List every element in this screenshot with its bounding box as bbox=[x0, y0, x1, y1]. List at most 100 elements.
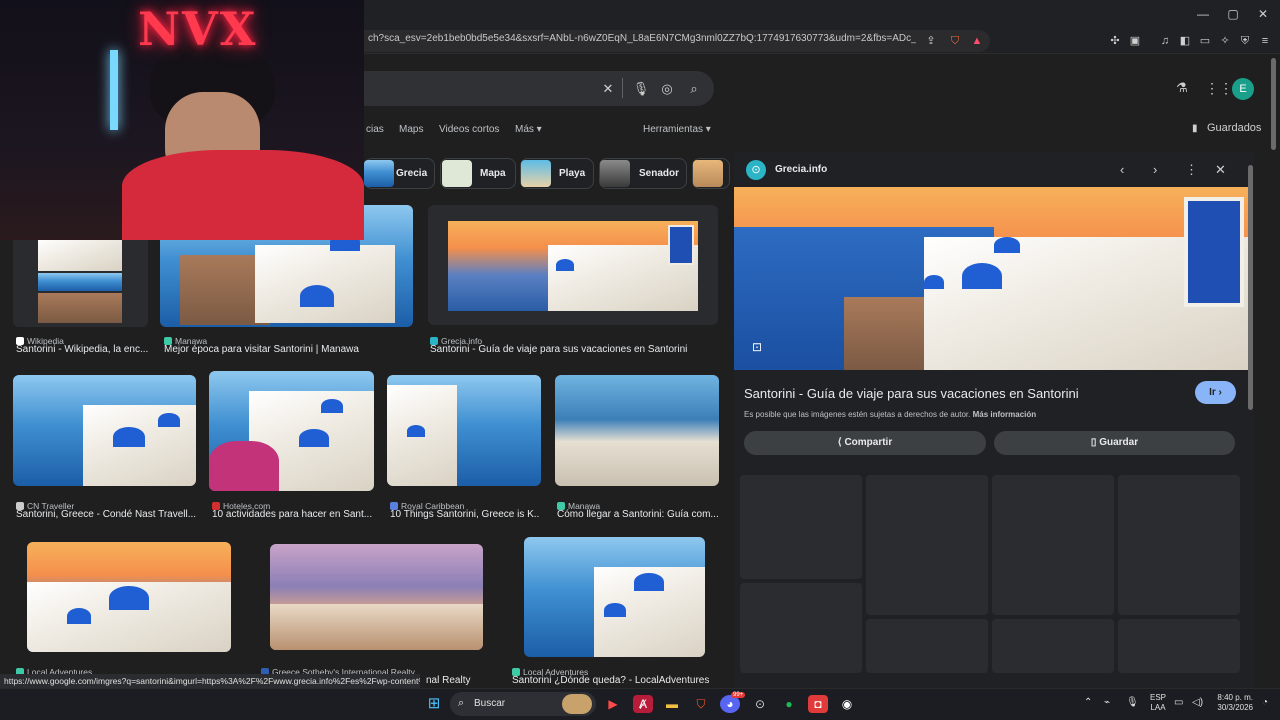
result-caption[interactable]: Cómo llegar a Santorini: Guía com... bbox=[557, 509, 719, 520]
result-image-local-adventures-2[interactable] bbox=[524, 537, 705, 657]
result-caption[interactable]: 10 Things Santorini, Greece is K... bbox=[390, 509, 540, 520]
more-info-link[interactable]: Más información bbox=[973, 410, 1037, 419]
reader-icon[interactable]: ▣ bbox=[1126, 32, 1144, 50]
result-caption[interactable]: Santorini, Greece - Condé Nast Travell..… bbox=[16, 509, 196, 520]
copyright-note: Es posible que las imágenes estén sujeta… bbox=[744, 410, 1037, 419]
obs-icon[interactable]: ◉ bbox=[837, 695, 857, 713]
result-caption[interactable]: Mejor época para visitar Santorini | Man… bbox=[164, 344, 414, 355]
network-icon[interactable]: ⌁ bbox=[1104, 697, 1110, 708]
search-icon[interactable]: ⌕ bbox=[685, 80, 703, 98]
panel-title[interactable]: Santorini - Guía de viaje para sus vacac… bbox=[744, 386, 1079, 401]
result-image-manawa-2[interactable] bbox=[555, 375, 719, 486]
brave-shield-icon[interactable]: ⛉ bbox=[946, 32, 964, 50]
notifications-icon[interactable]: ◔ bbox=[1262, 697, 1268, 708]
related-placeholder bbox=[992, 619, 1114, 673]
clock[interactable]: 8:40 p. m. 30/3/2026 bbox=[1213, 693, 1253, 713]
related-placeholder bbox=[866, 619, 988, 673]
map-icon bbox=[442, 160, 472, 187]
panel-image[interactable] bbox=[734, 187, 1248, 370]
microphone-icon[interactable]: 🎙 bbox=[632, 80, 650, 98]
share-page-icon[interactable]: ⇪ bbox=[922, 32, 940, 50]
chip-label: Senador bbox=[639, 168, 680, 179]
language-indicator[interactable]: ESP LAA bbox=[1150, 693, 1166, 713]
related-placeholder bbox=[992, 475, 1114, 615]
result-caption[interactable]: 10 actividades para hacer en Sant... bbox=[212, 509, 374, 520]
microphone-icon[interactable]: 🎙 bbox=[1126, 697, 1139, 708]
previous-icon[interactable]: ‹ bbox=[1120, 162, 1134, 177]
divider bbox=[622, 78, 623, 98]
chip-image bbox=[521, 160, 551, 187]
app-icon[interactable]: Ⱥ bbox=[633, 695, 653, 713]
menu-icon[interactable]: ≡ bbox=[1256, 32, 1274, 50]
panel-site-name[interactable]: Grecia.info bbox=[775, 164, 827, 175]
search-highlight-icon bbox=[562, 694, 592, 714]
save-button[interactable]: ▯ Guardar bbox=[994, 431, 1235, 455]
chip-image bbox=[600, 160, 630, 187]
related-placeholder bbox=[1118, 619, 1240, 673]
result-image-hoteles[interactable] bbox=[209, 371, 374, 491]
close-panel-icon[interactable]: ✕ bbox=[1215, 162, 1229, 178]
app-icon[interactable]: ⊙ bbox=[750, 695, 770, 713]
result-image-local-adventures[interactable] bbox=[27, 542, 231, 652]
panel-scrollbar[interactable] bbox=[1248, 165, 1253, 410]
minimize-button[interactable]: — bbox=[1188, 4, 1218, 24]
more-options-icon[interactable]: ⋮ bbox=[1185, 162, 1198, 178]
labs-icon[interactable]: ⚗ bbox=[1173, 80, 1191, 98]
app-icon[interactable]: ◘ bbox=[808, 695, 828, 713]
brave-rewards-icon[interactable]: ▲ bbox=[968, 32, 986, 50]
chip-label: Playa bbox=[559, 168, 586, 179]
account-avatar[interactable]: E bbox=[1232, 78, 1254, 100]
result-caption[interactable]: Santorini ¿Dónde queda? - LocalAdventure… bbox=[512, 675, 712, 686]
chip-label: Mapa bbox=[480, 168, 506, 179]
next-icon[interactable]: › bbox=[1153, 162, 1167, 177]
saved-link[interactable]: Guardados bbox=[1207, 122, 1261, 134]
page-scrollbar[interactable] bbox=[1271, 58, 1276, 150]
related-placeholder bbox=[1118, 475, 1240, 615]
volume-icon[interactable]: ◁) bbox=[1192, 697, 1203, 708]
youtube-music-icon[interactable]: ▶ bbox=[603, 695, 623, 713]
result-image-royal-caribbean[interactable] bbox=[387, 375, 541, 486]
brave-browser-icon[interactable]: ⛉ bbox=[691, 695, 711, 713]
result-image-cn-traveller[interactable] bbox=[13, 375, 196, 486]
result-caption[interactable]: nal Realty bbox=[426, 675, 506, 686]
result-image-sothebys[interactable] bbox=[270, 544, 483, 650]
chip-label: Grecia bbox=[396, 168, 428, 179]
search-icon: ⌕ bbox=[458, 697, 465, 709]
person-shirt bbox=[122, 150, 364, 240]
result-caption[interactable]: Santorini - Guía de viaje para sus vacac… bbox=[430, 344, 720, 355]
wallet-icon[interactable]: ▭ bbox=[1196, 32, 1214, 50]
clear-search-icon[interactable]: ✕ bbox=[599, 80, 617, 98]
lens-icon[interactable]: ◎ bbox=[658, 80, 676, 98]
media-icon[interactable]: ♫ bbox=[1156, 32, 1174, 50]
vpn-icon[interactable]: ⛨ bbox=[1236, 32, 1254, 50]
tab-mas[interactable]: Más ▾ bbox=[515, 124, 542, 135]
sidebar-icon[interactable]: ◧ bbox=[1176, 32, 1194, 50]
bookmark-icon: ▯ bbox=[1090, 437, 1100, 448]
spotify-icon[interactable]: ● bbox=[779, 695, 799, 713]
tab-videos-cortos[interactable]: Videos cortos bbox=[439, 124, 499, 135]
url-text[interactable]: ch?sca_esv=2eb1beb0bd5e5e34&sxsrf=ANbL-n… bbox=[368, 33, 916, 49]
extensions-icon[interactable]: ✣ bbox=[1106, 32, 1124, 50]
maximize-button[interactable]: ▢ bbox=[1218, 4, 1248, 24]
result-caption[interactable]: Santorini - Wikipedia, la enc... bbox=[16, 344, 148, 355]
tools-menu[interactable]: Herramientas ▾ bbox=[643, 124, 711, 135]
close-window-button[interactable]: ✕ bbox=[1248, 4, 1278, 24]
taskbar-search-label: Buscar bbox=[474, 698, 506, 709]
share-button[interactable]: ⟨ Compartir bbox=[744, 431, 986, 455]
bookmark-icon: ▮ bbox=[1192, 123, 1198, 134]
leo-ai-icon[interactable]: ✧ bbox=[1216, 32, 1234, 50]
file-explorer-icon[interactable]: ▬ bbox=[662, 695, 682, 713]
result-image-grecia-info[interactable] bbox=[428, 205, 718, 325]
related-placeholder bbox=[740, 475, 862, 579]
site-favicon-icon: ⊙ bbox=[746, 160, 766, 180]
show-hidden-icons[interactable]: ⌃ bbox=[1084, 697, 1092, 708]
windows-start-icon[interactable]: ⊞ bbox=[424, 695, 444, 713]
visit-button[interactable]: Ir › bbox=[1195, 381, 1236, 404]
tab-maps[interactable]: Maps bbox=[399, 124, 423, 135]
chip-image bbox=[364, 160, 394, 187]
apps-grid-icon[interactable]: ⋮⋮ bbox=[1205, 80, 1233, 98]
lens-search-icon[interactable]: ⊡ bbox=[748, 340, 766, 356]
related-placeholder bbox=[740, 583, 862, 673]
tab-noticias[interactable]: cias bbox=[366, 124, 384, 135]
display-icon[interactable]: ▭ bbox=[1174, 697, 1183, 708]
